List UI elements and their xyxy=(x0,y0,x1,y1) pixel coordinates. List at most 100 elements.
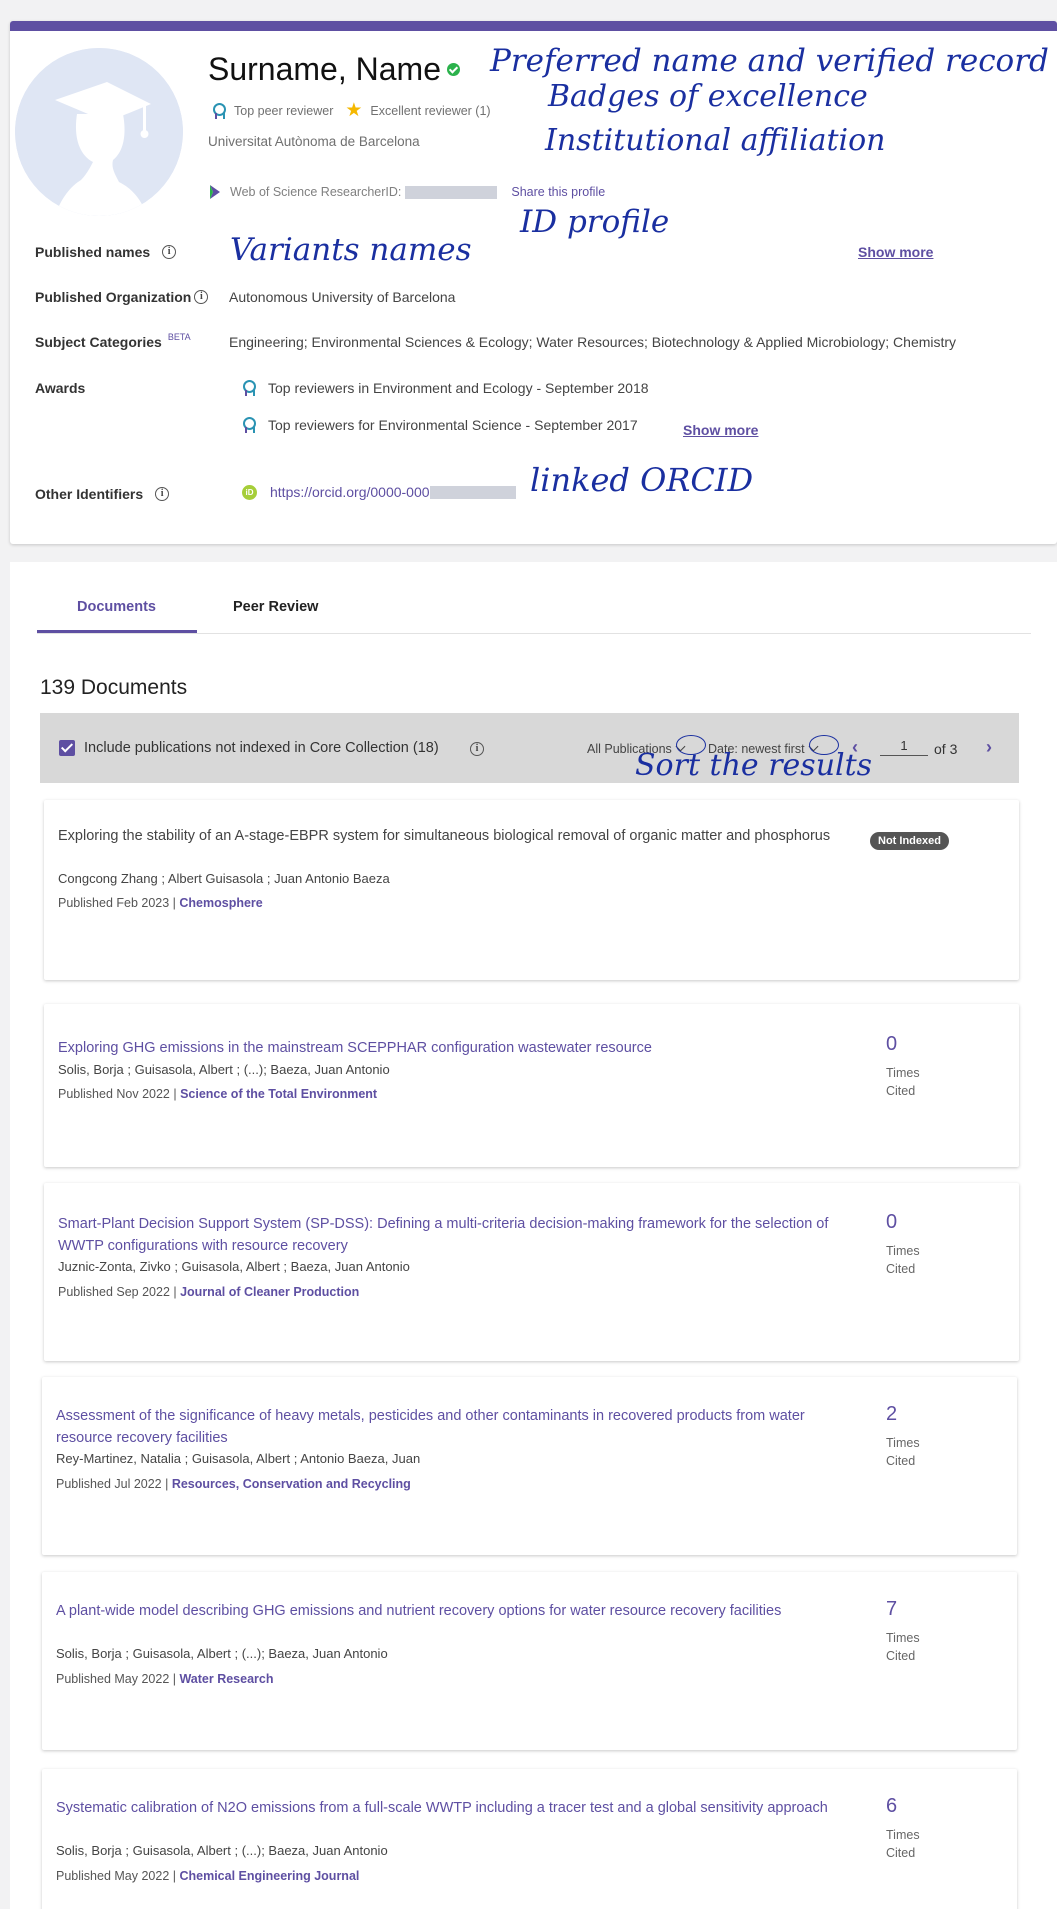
web-of-science-icon xyxy=(210,185,220,199)
document-item: Assessment of the significance of heavy … xyxy=(42,1377,1017,1555)
results-toolbar: Include publications not indexed in Core… xyxy=(40,713,1019,783)
document-title-link[interactable]: Assessment of the significance of heavy … xyxy=(56,1405,836,1449)
share-profile-link[interactable]: Share this profile xyxy=(511,185,605,199)
researcher-id-row: Web of Science ResearcherID: Share this … xyxy=(208,184,605,200)
awards-row: Awards xyxy=(35,380,85,396)
published-date: Published Feb 2023 | xyxy=(58,896,180,910)
document-title-link[interactable]: Smart-Plant Decision Support System (SP-… xyxy=(58,1213,838,1257)
badges-row: Top peer reviewer ★ Excellent reviewer (… xyxy=(212,101,491,120)
document-item: Systematic calibration of N2O emissions … xyxy=(42,1769,1017,1909)
times-cited-label: Times Cited xyxy=(886,1631,920,1663)
published-date: Published Nov 2022 | xyxy=(58,1087,181,1101)
show-more-awards-link[interactable]: Show more xyxy=(683,422,758,438)
star-icon: ★ xyxy=(345,100,363,121)
journal-link[interactable]: Chemosphere xyxy=(179,896,262,910)
document-title-link[interactable]: Exploring GHG emissions in the mainstrea… xyxy=(58,1037,838,1059)
document-published: Published Feb 2023 | Chemosphere xyxy=(58,896,263,910)
beta-badge: BETA xyxy=(167,332,191,342)
top-peer-reviewer-badge[interactable]: Top peer reviewer xyxy=(234,104,333,118)
info-icon[interactable]: i xyxy=(155,487,170,501)
info-icon[interactable]: i xyxy=(162,245,177,259)
award-text: Top reviewers in Environment and Ecology… xyxy=(268,380,649,396)
awards-label: Awards xyxy=(35,380,86,396)
avatar xyxy=(15,48,183,216)
annotation-badges: Badges of excellence xyxy=(548,79,868,114)
not-indexed-badge: Not Indexed xyxy=(870,832,949,850)
active-tab-indicator xyxy=(37,630,197,633)
document-title: Exploring the stability of an A-stage-EB… xyxy=(58,828,831,844)
other-identifiers-row: Other Identifiers i xyxy=(35,486,170,502)
page-number-input[interactable]: 1 xyxy=(880,738,928,756)
times-cited-count[interactable]: 0 xyxy=(886,1211,897,1234)
award-text: Top reviewers for Environmental Science … xyxy=(268,417,638,433)
times-cited-label: Times Cited xyxy=(886,1436,920,1468)
excellent-reviewer-badge[interactable]: Excellent reviewer (1) xyxy=(370,104,490,118)
orcid-icon: iD xyxy=(242,484,257,500)
published-org-row: Published Organization i xyxy=(35,289,209,305)
times-cited-count[interactable]: 0 xyxy=(886,1033,897,1056)
document-authors: Rey-Martinez, Natalia ; Guisasola, Alber… xyxy=(56,1451,421,1466)
document-item: Exploring the stability of an A-stage-EB… xyxy=(44,800,1019,980)
document-item: Exploring GHG emissions in the mainstrea… xyxy=(44,1004,1019,1167)
published-names-row: Published names i xyxy=(35,244,177,260)
published-date: Published Jul 2022 | xyxy=(56,1477,172,1491)
tab-bar: Documents Peer Review xyxy=(37,562,1031,634)
journal-link[interactable]: Science of the Total Environment xyxy=(180,1087,377,1101)
info-icon[interactable]: i xyxy=(194,290,209,304)
profile-top-bar xyxy=(10,21,1057,31)
times-cited-count[interactable]: 2 xyxy=(886,1403,897,1426)
journal-link[interactable]: Resources, Conservation and Recycling xyxy=(172,1477,411,1491)
verified-check-icon xyxy=(447,63,460,76)
published-date: Published May 2022 | xyxy=(56,1869,180,1883)
redacted-orcid xyxy=(429,485,516,499)
documents-card: Documents Peer Review 139 Documents Incl… xyxy=(10,562,1057,1909)
published-date: Published Sep 2022 | xyxy=(58,1285,181,1299)
times-cited-count[interactable]: 6 xyxy=(886,1795,897,1818)
show-more-names-link[interactable]: Show more xyxy=(858,244,933,260)
annotation-variants: Variants names xyxy=(230,232,472,268)
document-published: Published Nov 2022 | Science of the Tota… xyxy=(58,1087,377,1101)
published-date: Published May 2022 | xyxy=(56,1672,180,1686)
institution-affiliation: Universitat Autònoma de Barcelona xyxy=(208,134,420,149)
tab-peer-review[interactable]: Peer Review xyxy=(233,599,318,615)
tab-documents[interactable]: Documents xyxy=(77,599,156,615)
documents-count: 139 Documents xyxy=(40,676,188,699)
journal-link[interactable]: Chemical Engineering Journal xyxy=(179,1869,359,1883)
journal-link[interactable]: Journal of Cleaner Production xyxy=(180,1285,359,1299)
document-authors: Congcong Zhang ; Albert Guisasola ; Juan… xyxy=(58,871,390,886)
award-item: Top reviewers for Environmental Science … xyxy=(242,417,638,433)
times-cited-count[interactable]: 7 xyxy=(886,1598,897,1621)
orcid-row: iD https://orcid.org/0000-000 xyxy=(242,484,516,500)
annotation-preferred-name: Preferred name and verified record xyxy=(490,43,1049,79)
next-page-icon[interactable]: › xyxy=(986,737,992,758)
info-icon[interactable]: i xyxy=(470,742,484,756)
redacted-id xyxy=(405,185,498,199)
document-title-link[interactable]: A plant-wide model describing GHG emissi… xyxy=(56,1600,836,1622)
researcher-id-label: Web of Science ResearcherID: xyxy=(230,185,402,199)
document-published: Published Sep 2022 | Journal of Cleaner … xyxy=(58,1285,359,1299)
award-ribbon-icon xyxy=(242,380,256,396)
subject-categories-row: Subject Categories BETA xyxy=(35,332,191,350)
document-authors: Juznic-Zonta, Zivko ; Guisasola, Albert … xyxy=(58,1259,410,1274)
document-published: Published Jul 2022 | Resources, Conserva… xyxy=(56,1477,411,1491)
journal-link[interactable]: Water Research xyxy=(179,1672,273,1686)
ribbon-icon xyxy=(212,102,226,119)
document-title-link[interactable]: Systematic calibration of N2O emissions … xyxy=(56,1797,836,1819)
times-cited-label: Times Cited xyxy=(886,1066,920,1098)
annotation-sort: Sort the results xyxy=(635,748,873,783)
graduate-silhouette-icon xyxy=(15,48,183,216)
document-published: Published May 2022 | Water Research xyxy=(56,1672,274,1686)
include-not-indexed-checkbox[interactable] xyxy=(59,740,75,756)
document-authors: Solis, Borja ; Guisasola, Albert ; (...)… xyxy=(56,1843,388,1858)
award-item: Top reviewers in Environment and Ecology… xyxy=(242,380,649,396)
award-ribbon-icon xyxy=(242,417,256,433)
published-names-label: Published names xyxy=(35,244,151,260)
profile-card: Surname, Name Top peer reviewer ★ Excell… xyxy=(10,21,1057,544)
profile-name: Surname, Name xyxy=(208,51,441,87)
times-cited-label: Times Cited xyxy=(886,1244,920,1276)
orcid-link[interactable]: https://orcid.org/0000-000 xyxy=(270,484,430,500)
document-published: Published May 2022 | Chemical Engineerin… xyxy=(56,1869,359,1883)
published-org-label: Published Organization xyxy=(35,289,192,305)
published-org-value: Autonomous University of Barcelona xyxy=(229,289,456,305)
times-cited-label: Times Cited xyxy=(886,1828,920,1860)
